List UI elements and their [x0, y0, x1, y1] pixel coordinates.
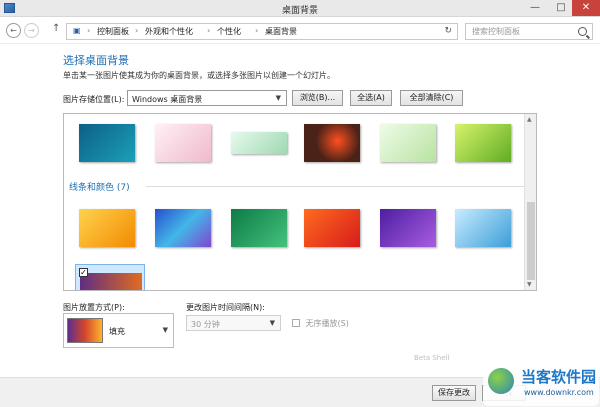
page-heading: 选择桌面背景	[63, 54, 129, 67]
breadcrumb-desktop-background[interactable]: 桌面背景	[265, 26, 297, 37]
chevron-down-icon: ▼	[269, 319, 275, 327]
shuffle-checkbox[interactable]: 无序播放(S)	[292, 318, 349, 329]
chevron-down-icon: ▼	[275, 94, 281, 102]
chevron-down-icon: ▼	[162, 326, 168, 334]
search-icon[interactable]	[578, 27, 587, 36]
wallpaper-thumbnail[interactable]	[380, 209, 436, 247]
selected-wallpaper-thumbnail	[80, 273, 142, 290]
back-button[interactable]: ←	[6, 23, 21, 38]
wallpaper-thumbnail[interactable]	[455, 209, 511, 247]
separator-icon: ›	[207, 26, 211, 35]
scroll-down-icon[interactable]: ▼	[527, 281, 532, 288]
wallpaper-thumbnail[interactable]	[304, 124, 360, 162]
browse-button[interactable]: 浏览(B)...	[292, 90, 343, 106]
breadcrumb-personalization[interactable]: 个性化	[217, 26, 241, 37]
wallpaper-thumbnail[interactable]	[155, 124, 211, 162]
search-input[interactable]: 搜索控制面板	[472, 26, 520, 37]
watermark-faint: Beta Shell	[414, 354, 450, 362]
refresh-icon[interactable]: ↻	[444, 26, 452, 36]
wallpaper-thumbnail[interactable]	[231, 209, 287, 247]
close-button[interactable]: ✕	[572, 0, 600, 16]
watermark-text: 当客软件园	[521, 368, 597, 386]
checkbox-unchecked[interactable]	[292, 319, 300, 327]
watermark-url: www.downkr.com	[524, 388, 594, 397]
interval-label: 更改图片时间间隔(N):	[186, 303, 265, 312]
maximize-button[interactable]: □	[548, 0, 574, 16]
wallpaper-gallery: 线条和颜色 (7) ✓ ▲ ▼	[63, 113, 537, 291]
watermark-icon	[486, 366, 516, 396]
wallpaper-thumbnail[interactable]	[79, 209, 135, 247]
wallpaper-thumbnail[interactable]	[155, 209, 211, 247]
address-icon: ▣	[73, 26, 81, 35]
shuffle-label: 无序播放(S)	[305, 319, 349, 328]
wallpaper-thumbnail[interactable]	[455, 124, 511, 162]
position-preview-icon	[67, 318, 103, 343]
select-all-button[interactable]: 全选(A)	[350, 90, 392, 106]
page-description: 单击某一张图片使其成为你的桌面背景，或选择多张图片以创建一个幻灯片。	[63, 71, 335, 80]
address-row: ← → ↑ ▣ › 控制面板 › 外观和个性化 › 个性化 › 桌面背景 ↻ 搜…	[0, 18, 600, 44]
scrollbar-thumb[interactable]	[527, 202, 535, 280]
clear-all-button[interactable]: 全部清除(C)	[400, 90, 463, 106]
position-value: 填充	[109, 327, 125, 336]
scroll-up-icon[interactable]: ▲	[527, 116, 532, 123]
selected-wallpaper-tile[interactable]: ✓	[75, 264, 145, 290]
breadcrumb-appearance[interactable]: 外观和个性化	[145, 26, 193, 37]
separator-icon: ›	[87, 26, 91, 35]
wallpaper-thumbnail[interactable]	[79, 124, 135, 162]
position-select[interactable]: 填充 ▼	[63, 313, 174, 348]
checkbox-checked[interactable]: ✓	[79, 268, 88, 277]
separator-icon: ›	[255, 26, 259, 35]
save-button[interactable]: 保存更改	[432, 385, 476, 401]
up-button[interactable]: ↑	[52, 23, 60, 34]
separator-icon: ›	[135, 26, 139, 35]
breadcrumb-control-panel[interactable]: 控制面板	[97, 26, 129, 37]
position-label: 图片放置方式(P):	[63, 303, 125, 312]
interval-value: 30 分钟	[191, 320, 220, 329]
location-select[interactable]: Windows 桌面背景 ▼	[127, 90, 287, 106]
location-label: 图片存储位置(L):	[63, 95, 125, 104]
group-header[interactable]: 线条和颜色 (7)	[69, 180, 130, 193]
window-title: 桌面背景	[281, 6, 318, 16]
wallpaper-thumbnail[interactable]	[231, 132, 287, 154]
interval-select[interactable]: 30 分钟 ▼	[186, 315, 281, 331]
vertical-scrollbar[interactable]: ▲ ▼	[524, 114, 536, 290]
address-bar[interactable]: ▣ › 控制面板 › 外观和个性化 › 个性化 › 桌面背景 ↻	[66, 23, 458, 40]
group-divider	[146, 186, 526, 187]
watermark-logo: 当客软件园 www.downkr.com	[483, 362, 599, 406]
search-box[interactable]: 搜索控制面板	[465, 23, 593, 40]
forward-button[interactable]: →	[24, 23, 39, 38]
minimize-button[interactable]: —	[522, 0, 548, 16]
wallpaper-thumbnail[interactable]	[380, 124, 436, 162]
title-bar: 桌面背景 — □ ✕	[0, 0, 600, 17]
wallpaper-thumbnail[interactable]	[304, 209, 360, 247]
location-value: Windows 桌面背景	[132, 95, 203, 104]
